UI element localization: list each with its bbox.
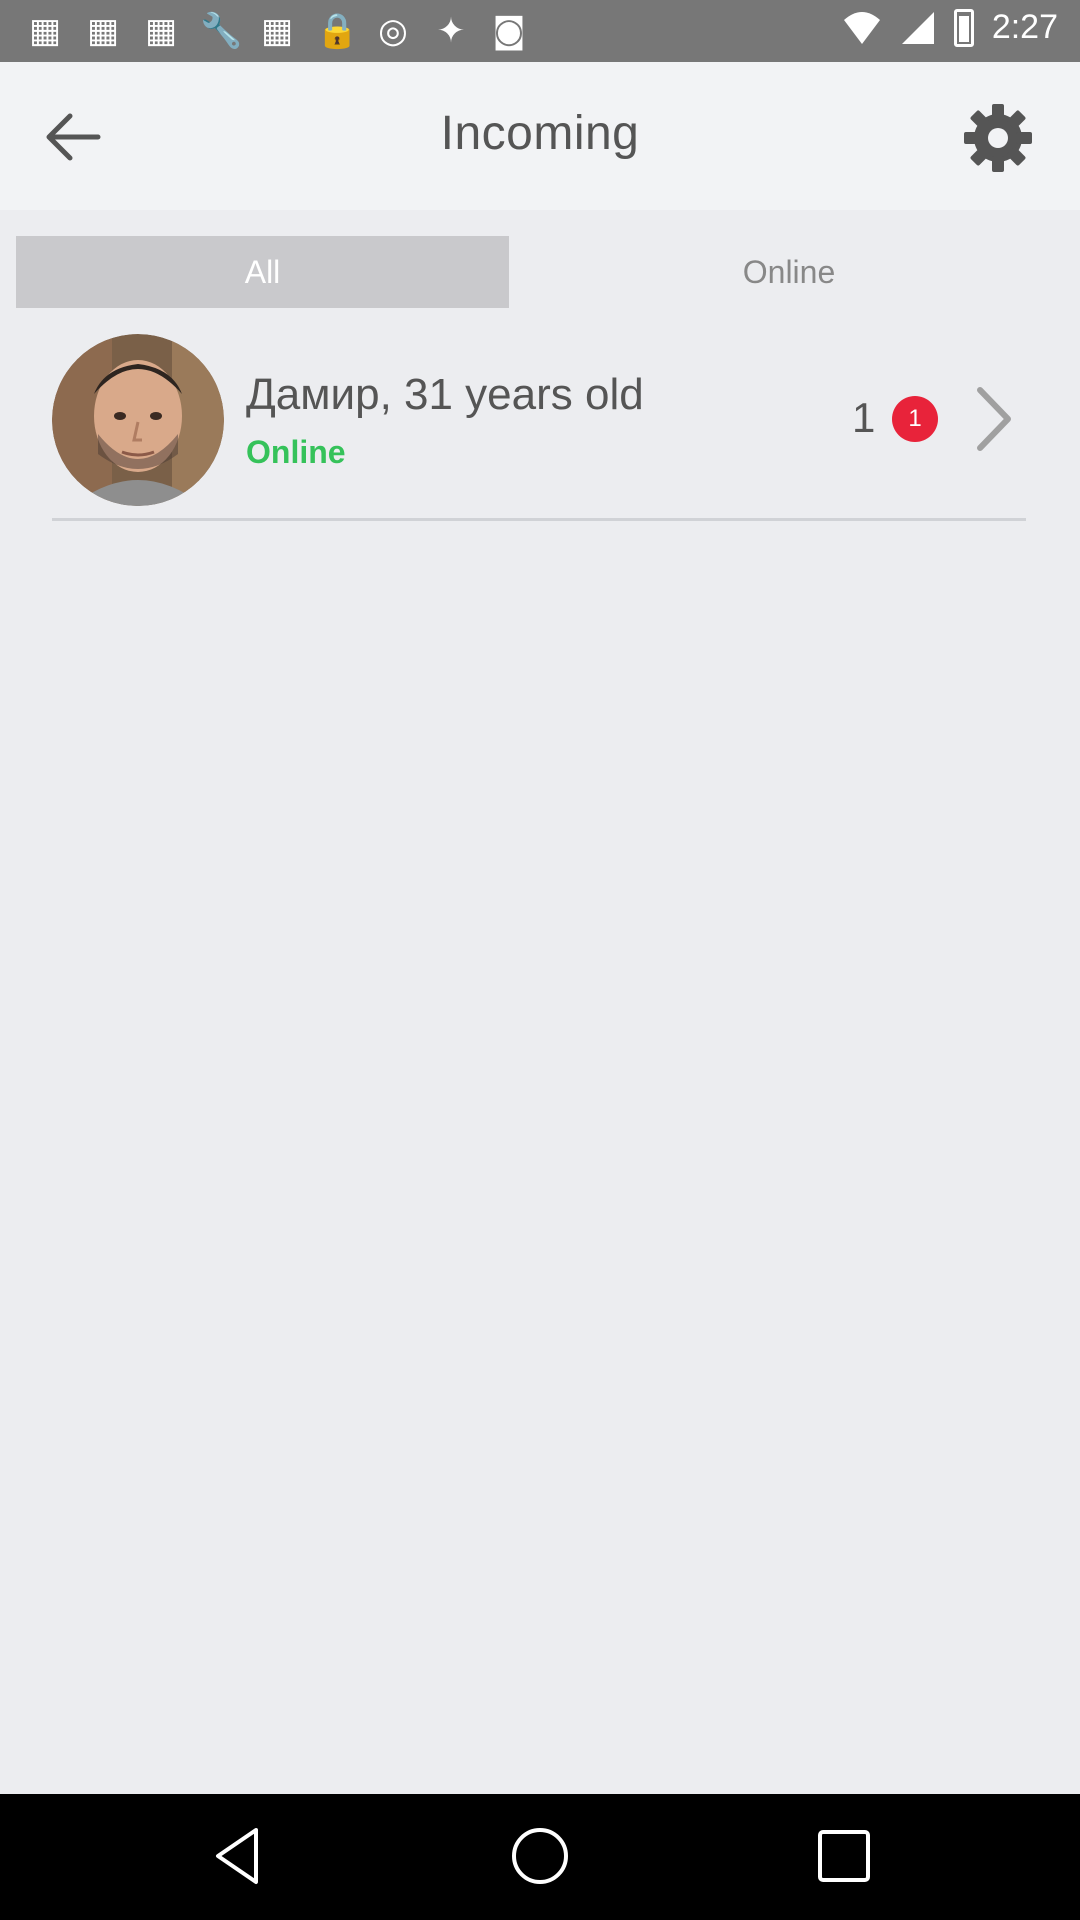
- app-header: Incoming: [0, 62, 1080, 210]
- wifi-icon: [843, 11, 880, 44]
- avatar[interactable]: [52, 334, 224, 506]
- battery-icon: [953, 8, 974, 47]
- grid-icon: ▦: [144, 11, 178, 51]
- tab-online[interactable]: Online: [509, 236, 1069, 308]
- grid-icon: ▦: [260, 11, 294, 51]
- back-nav-icon[interactable]: [206, 1824, 270, 1888]
- grid-icon: ▦: [86, 11, 120, 51]
- system-status: 2:27: [842, 8, 1058, 47]
- alert-icon: ◎: [378, 11, 408, 51]
- filter-tabs: All Online: [16, 236, 1080, 308]
- online-status: Online: [246, 434, 346, 470]
- notification-icons: ▦ ▦ ▦ 🔧 ▦ 🔒 ◎ ✦ ◙: [26, 12, 528, 50]
- signal-icon: [901, 11, 934, 44]
- home-nav-icon[interactable]: [508, 1824, 572, 1888]
- clock: 2:27: [991, 8, 1058, 46]
- recents-nav-icon[interactable]: [812, 1824, 876, 1888]
- page-title: Incoming: [440, 107, 640, 160]
- tab-all[interactable]: All: [16, 236, 509, 308]
- user-name: Дамир, 31 years old: [246, 370, 644, 419]
- android-icon: ◙: [492, 11, 526, 51]
- lock-icon: 🔒: [316, 11, 359, 51]
- chevron-right-icon[interactable]: [968, 384, 1018, 454]
- wrench-icon: 🔧: [200, 11, 243, 51]
- list-item[interactable]: Дамир, 31 years old Online 1 1: [52, 334, 1026, 520]
- grid-icon: ▦: [28, 11, 62, 51]
- gear-icon[interactable]: [962, 102, 1034, 174]
- unread-badge: 1: [892, 396, 938, 442]
- satellite-icon: ✦: [436, 11, 466, 51]
- row-divider: [52, 518, 1026, 521]
- message-count: 1: [852, 394, 876, 441]
- navigation-bar: [0, 1794, 1080, 1920]
- status-bar: ▦ ▦ ▦ 🔧 ▦ 🔒 ◎ ✦ ◙ 2:27: [0, 0, 1080, 62]
